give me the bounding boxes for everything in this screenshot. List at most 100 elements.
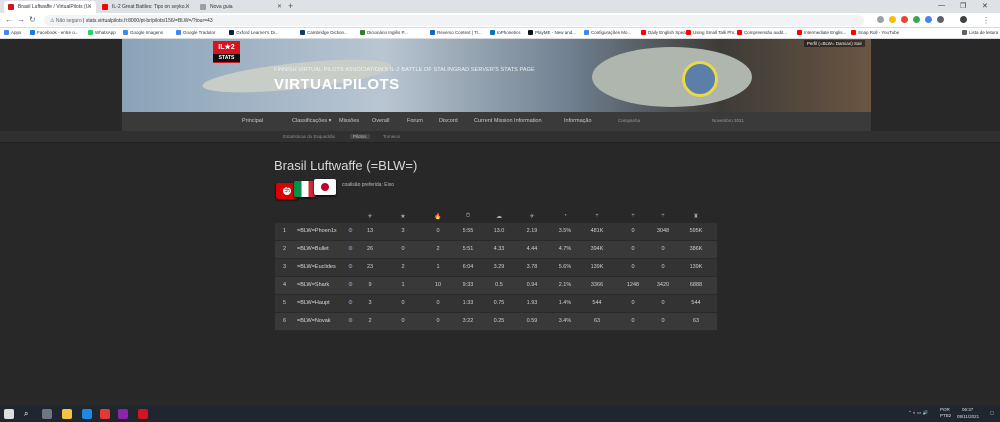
nav-principal[interactable]: Principal [242,118,263,124]
bookmark-star-icon[interactable] [889,16,896,23]
subnav-squad-stats[interactable]: Estatísticas do Esquadrão [280,134,338,139]
profile-avatar[interactable] [960,16,967,23]
pilot-detail-icon[interactable]: ⚙ [348,300,353,306]
bookmark-item[interactable]: Google Imagens [123,30,163,35]
score-icon[interactable]: + [587,213,607,219]
edge-icon[interactable] [82,409,92,419]
subnav-tournaments[interactable]: Torneios [380,134,403,139]
star-icon[interactable]: ★ [393,213,413,220]
notification-icon[interactable]: ▢ [990,410,994,416]
kd-ratio-icon[interactable]: ☁ [489,213,509,220]
profile-link[interactable]: Perfil (=BLW= Damian) Sair [803,40,865,47]
extension-icon[interactable] [913,16,920,23]
bookmark-item[interactable]: Google Tradutor [176,30,216,35]
nav-overall[interactable]: Overall [372,118,389,124]
aircraft-kills-icon[interactable]: ✈ [360,213,380,220]
clock-date[interactable]: 09/11/2021 [957,414,979,419]
stat-cell: 1.93 [526,300,538,306]
pilot-detail-icon[interactable]: ⚙ [348,246,353,252]
table-row[interactable]: 2 =BLW=Bullet ⚙ 26 0 2 5:51 4.33 4.44 4.7% 394K 0 0 3… [275,241,717,259]
keyboard-language[interactable]: POR PTB2 [940,407,951,419]
bookmark-item[interactable]: Intermediate Englis... [797,30,846,35]
browser-tab-3[interactable]: Nova guia ✕ [196,1,286,13]
bookmark-item[interactable]: Apps [4,30,21,35]
pilot-name-link[interactable]: =BLW=Euclides [297,264,336,270]
accuracy-icon[interactable]: ◔ [555,213,575,219]
subnav-pilots[interactable]: Pilotos [350,134,370,139]
flight-time-icon[interactable]: ⏱ [458,213,478,220]
bookmark-item[interactable]: WhatsApp [88,30,116,35]
forward-icon[interactable]: → [17,15,25,24]
bookmark-item[interactable]: Lista de leitura [962,30,998,35]
close-tab-icon[interactable]: ✕ [87,3,92,10]
bookmark-item[interactable]: Dicionário Inglês P... [360,30,408,35]
back-icon[interactable]: ← [5,15,13,24]
clock-time[interactable]: 06:37 [962,407,973,412]
task-view-icon[interactable] [42,409,52,419]
nav-classificacoes[interactable]: Classificações ▾ [292,118,331,124]
site-title[interactable]: VIRTUALPILOTS [274,76,400,93]
table-row[interactable]: 1 =BLW=Phoen1x ⚙ 13 3 0 5:55 13.0 2.19 3.5% 481K 0 3… [275,223,717,241]
total-score-icon[interactable]: ♜ [686,213,706,220]
file-explorer-icon[interactable] [62,409,72,419]
browser-tab-1[interactable]: Brasil Luftwaffe / VirtualPilots (I... ✕ [4,1,96,13]
pilot-name-link[interactable]: =BLW=Shark [297,282,329,288]
bookmark-item[interactable]: Cambridge Diction... [300,30,348,35]
new-tab-button[interactable]: + [288,1,293,11]
share-icon[interactable] [877,16,884,23]
nav-campanha[interactable]: Campanha [618,118,640,123]
extensions-puzzle-icon[interactable] [937,16,944,23]
bookmark-item[interactable]: Configurações Mo... [584,30,631,35]
bookmark-item[interactable]: PlayME - New and... [528,30,576,35]
windows-start-icon[interactable] [4,409,14,419]
pilot-detail-icon[interactable]: ⚙ [348,318,353,324]
nav-informacao[interactable]: Informação [564,118,592,124]
pilot-detail-icon[interactable]: ⚙ [348,264,353,270]
bookmark-item[interactable]: toPhonetics [490,30,521,35]
il2-game-icon[interactable] [138,409,148,419]
table-row[interactable]: 3 =BLW=Euclides ⚙ 23 2 1 6:04 3.29 3.78 5.6% 139K 0… [275,259,717,277]
bookmark-item[interactable]: Reverso Context | Tr... [430,30,482,35]
pilot-detail-icon[interactable]: ⚙ [348,228,353,234]
close-window-button[interactable]: ✕ [982,2,988,10]
menu-icon[interactable]: ⋮ [982,16,990,25]
pilot-name-link[interactable]: =BLW=Novak [297,318,331,324]
close-tab-icon[interactable]: ✕ [185,3,190,10]
browser-tab-2[interactable]: IL-2 Great Battles: Tips on seyko... ✕ [98,1,194,13]
chrome-icon[interactable] [100,409,110,419]
extension-icon[interactable] [925,16,932,23]
address-bar[interactable]: ⚠ Não seguro | stats.virtualpilots.fi:80… [44,15,864,26]
score-icon[interactable]: + [623,213,643,219]
tour-selector[interactable]: Novembro 2021 [712,118,744,123]
bookmark-item[interactable]: Using Small Talk Phr... [686,30,738,35]
nav-forum[interactable]: Forum [407,118,423,124]
bookmark-item[interactable]: Snap Roll - YouTube [851,30,899,35]
bookmark-item[interactable]: Daily English Speaki... [641,30,693,35]
khour-icon[interactable]: ✈ [522,213,542,220]
pilot-name-link[interactable]: =BLW=Bullet [297,246,329,252]
table-row[interactable]: 5 =BLW=Haupt ⚙ 3 0 0 1:33 0.75 1.93 1.4% 544 0 0 544 [275,295,717,313]
bookmark-item[interactable]: Facebook - entre o... [30,30,79,35]
close-tab-icon[interactable]: ✕ [277,3,282,10]
table-row[interactable]: 6 =BLW=Novak ⚙ 2 0 0 3:22 0.25 0.59 3.4% 63 0 0 63 [275,313,717,331]
extension-icon[interactable] [901,16,908,23]
search-icon[interactable]: ⌕ [24,409,34,419]
bookmark-item[interactable]: Compreensão audit... [737,30,787,35]
reload-icon[interactable]: ↻ [29,15,36,24]
tray-icons[interactable]: ⌃ ◐ ▭ 🔊 [908,410,928,416]
score-icon[interactable]: + [653,213,673,219]
maximize-button[interactable]: ❐ [960,2,966,10]
nav-discord[interactable]: Discord [439,118,458,124]
app-icon[interactable] [118,409,128,419]
il2-stats-logo[interactable]: IL★2 STATS [213,41,240,63]
pilot-detail-icon[interactable]: ⚙ [348,282,353,288]
nav-current-mission[interactable]: Current Mission Information [474,118,542,124]
minimize-button[interactable]: — [938,2,945,9]
pilot-name-link[interactable]: =BLW=Haupt [297,300,330,306]
pilot-name-link[interactable]: =BLW=Phoen1x [297,228,337,234]
fire-icon[interactable]: 🔥 [428,213,448,220]
table-row[interactable]: 4 =BLW=Shark ⚙ 9 1 10 9:33 0.5 0.94 2.1% 3366 1248 3… [275,277,717,295]
bookmarks-bar: Apps Facebook - entre o... WhatsApp Google … [0,28,1000,39]
nav-missoes[interactable]: Missões [339,118,359,124]
bookmark-item[interactable]: Oxford Learner's Di... [229,30,279,35]
